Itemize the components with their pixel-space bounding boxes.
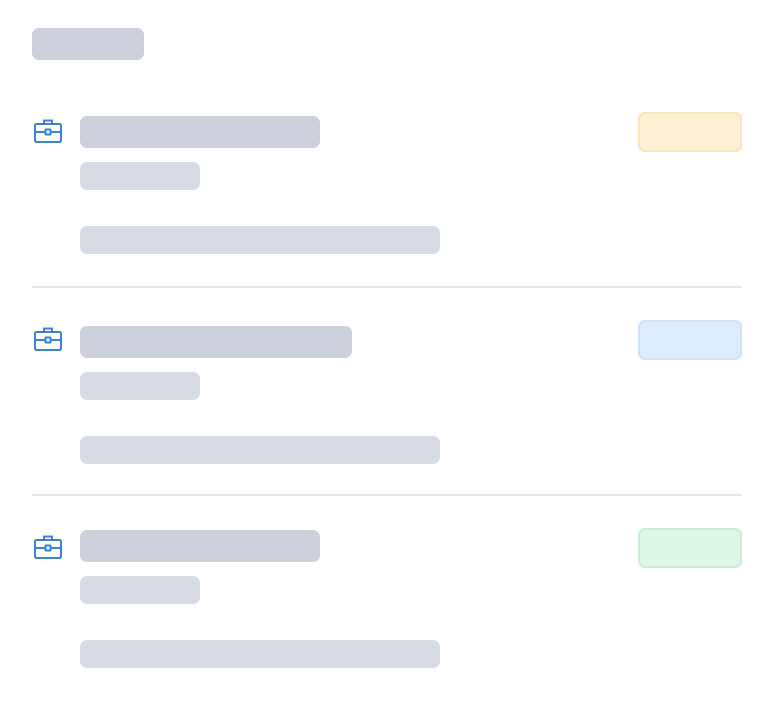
status-badge-placeholder: [638, 528, 742, 568]
briefcase-icon: [34, 118, 62, 144]
briefcase-icon: [34, 534, 62, 560]
divider: [32, 494, 742, 496]
job-company-placeholder: [80, 372, 200, 400]
job-description-placeholder: [80, 226, 440, 254]
job-company-placeholder: [80, 162, 200, 190]
job-description-placeholder: [80, 436, 440, 464]
job-description-placeholder: [80, 640, 440, 668]
job-title-placeholder: [80, 530, 320, 562]
job-title-placeholder: [80, 326, 352, 358]
job-title-placeholder: [80, 116, 320, 148]
job-list-page: [0, 0, 772, 704]
header-title-placeholder: [32, 28, 144, 60]
status-badge-placeholder: [638, 112, 742, 152]
divider: [32, 286, 742, 288]
briefcase-icon: [34, 326, 62, 352]
job-company-placeholder: [80, 576, 200, 604]
status-badge-placeholder: [638, 320, 742, 360]
